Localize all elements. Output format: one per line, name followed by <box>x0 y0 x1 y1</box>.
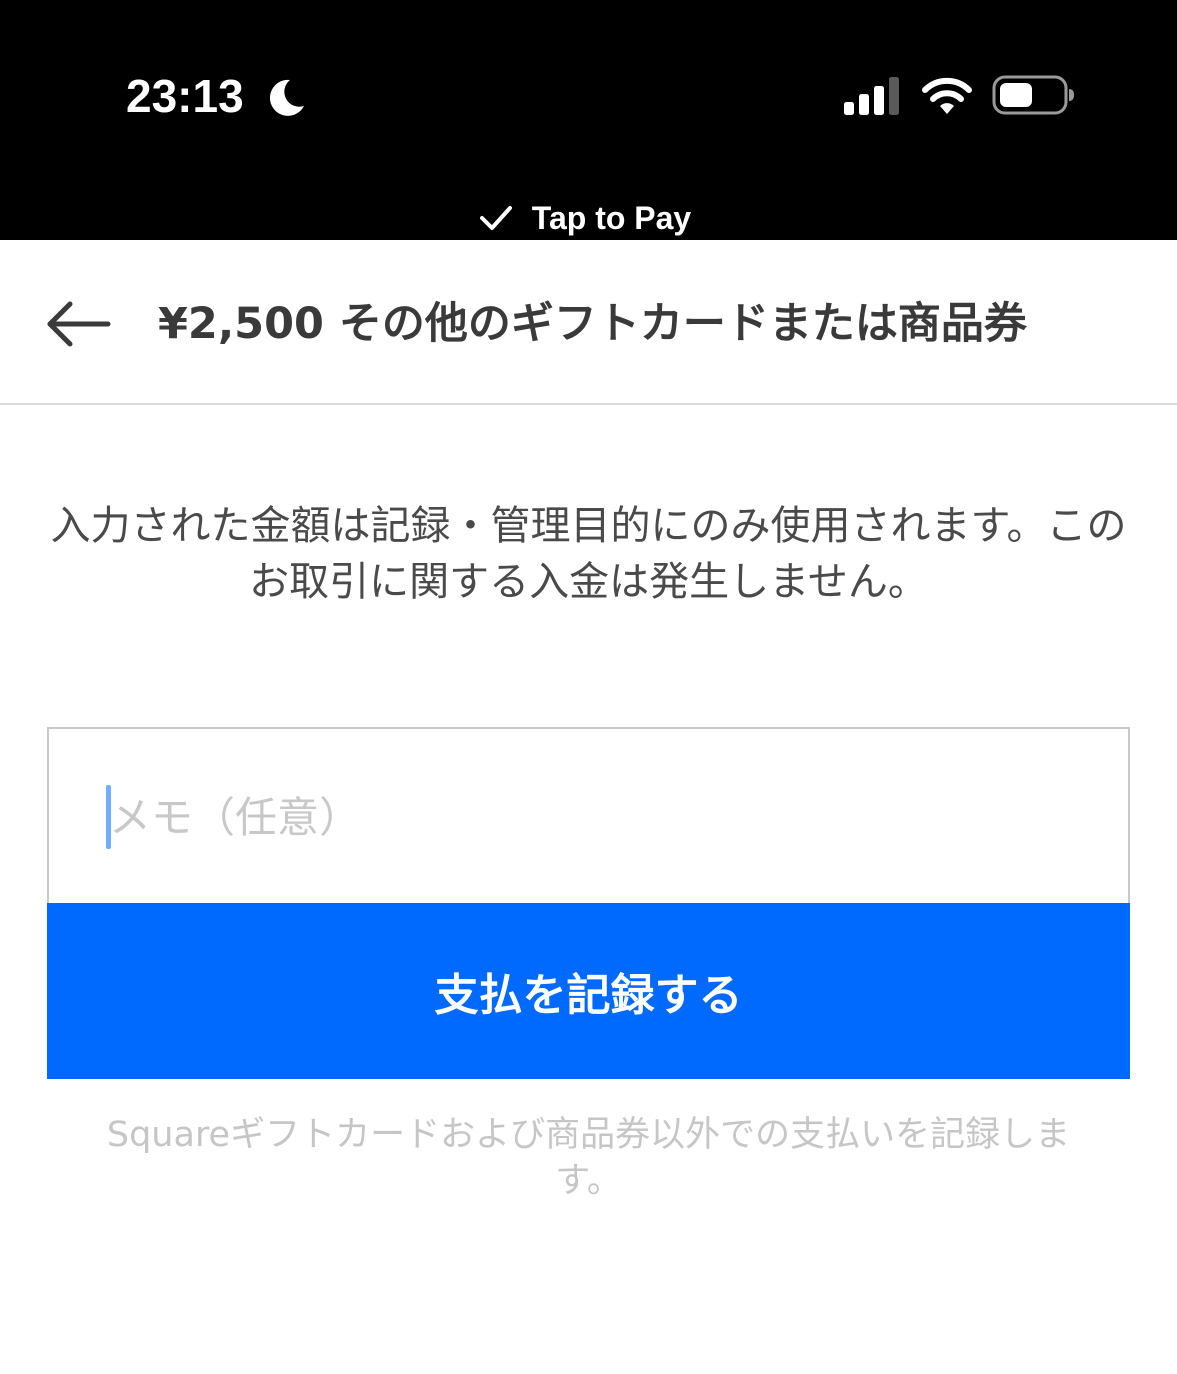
memo-input[interactable] <box>109 769 1089 865</box>
battery-icon <box>992 75 1074 115</box>
page-header: ¥2,500 その他のギフトカードまたは商品券 <box>0 240 1177 405</box>
info-text: 入力された金額は記録・管理目的にのみ使用されます。このお取引に関する入金は発生し… <box>50 503 1127 605</box>
check-icon <box>479 206 512 230</box>
status-bar: 23:13 Tap to Pay <box>0 0 1177 240</box>
signal-icon <box>844 77 899 115</box>
status-time: 23:13 <box>126 70 244 122</box>
record-payment-button[interactable]: 支払を記録する <box>47 903 1130 1079</box>
page-title: ¥2,500 その他のギフトカードまたは商品券 <box>158 299 1027 349</box>
back-arrow-icon[interactable] <box>42 296 114 352</box>
moon-icon <box>269 79 304 116</box>
wifi-icon <box>922 77 972 114</box>
memo-field[interactable] <box>47 727 1130 903</box>
tap-to-pay-banner[interactable]: Tap to Pay <box>0 196 1177 240</box>
footnote-text: Squareギフトカードおよび商品券以外での支払いを記録します。 <box>106 1115 1071 1201</box>
tap-to-pay-label: Tap to Pay <box>531 199 692 236</box>
